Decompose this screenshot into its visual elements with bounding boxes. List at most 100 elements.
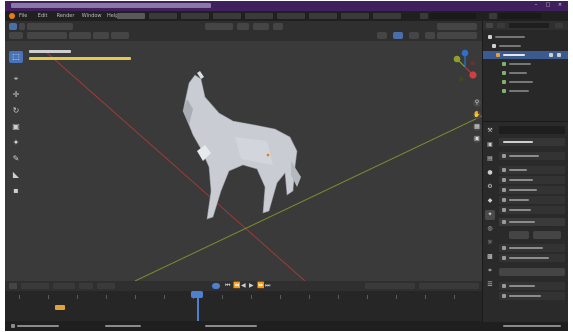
pivot-point-button[interactable] (237, 23, 249, 30)
transform-orientation-dropdown[interactable] (205, 23, 233, 30)
maximize-button[interactable]: □ (545, 3, 551, 8)
editor-type-button[interactable] (9, 23, 17, 30)
proportional-edit-button[interactable] (273, 23, 283, 30)
property-row-9[interactable] (499, 282, 565, 290)
transform-tool[interactable]: ✦ (9, 137, 23, 149)
outliner-item-child-2[interactable] (483, 69, 568, 77)
properties-search-input[interactable] (499, 126, 565, 134)
annotate-tool[interactable]: ✎ (9, 153, 23, 165)
workspace-tab-9[interactable] (373, 13, 401, 19)
select-box-tool[interactable]: ⬚ (9, 51, 23, 63)
data-properties-tab[interactable]: ☰ (485, 280, 495, 290)
object-menu[interactable] (111, 32, 129, 39)
outliner-editor-type-button[interactable] (486, 23, 493, 28)
scene-properties-tab[interactable]: ⚙ (485, 182, 495, 192)
object-mode-dropdown[interactable] (27, 32, 67, 39)
options-menu[interactable] (437, 23, 477, 30)
play-reverse-icon[interactable]: ◀ (241, 282, 248, 289)
jump-end-icon[interactable]: ⏭ (265, 282, 272, 290)
property-row-5[interactable] (499, 206, 565, 214)
object-mode-icon[interactable] (19, 23, 25, 30)
select-mode-buttons[interactable] (27, 23, 73, 30)
jump-start-icon[interactable]: ⏮ (225, 282, 232, 290)
timeline-editor-type-button[interactable] (9, 283, 17, 289)
frame-range-fields[interactable] (419, 283, 479, 289)
auto-keying-button[interactable] (212, 283, 220, 289)
add-menu[interactable] (93, 32, 109, 39)
constraints-tab[interactable]: ⌗ (485, 266, 495, 276)
view-menu-timeline[interactable] (79, 283, 93, 289)
minimize-button[interactable]: – (533, 3, 539, 8)
outliner-item-collection[interactable] (483, 42, 568, 50)
marker-menu[interactable] (97, 283, 115, 289)
view-layer-selector[interactable] (499, 13, 541, 19)
panel-button-2[interactable] (533, 231, 561, 239)
workspace-tab-1[interactable] (117, 13, 145, 19)
scene-selector[interactable] (430, 13, 476, 19)
cursor-tool[interactable]: ⌖ (9, 73, 23, 85)
snap-button[interactable] (253, 23, 269, 30)
outliner-item-horse[interactable] (483, 51, 568, 59)
overlay-toggle-button[interactable] (409, 32, 419, 39)
visibility-button[interactable] (377, 32, 387, 39)
property-row-1[interactable] (499, 166, 565, 174)
panel-button-1[interactable] (509, 231, 529, 239)
move-tool[interactable]: ✛ (9, 89, 23, 101)
scale-tool[interactable]: ▣ (9, 121, 23, 133)
menu-file[interactable]: File (19, 13, 27, 19)
workspace-tab-4[interactable] (213, 13, 241, 19)
shading-mode-buttons[interactable] (437, 32, 477, 39)
timeline-ruler[interactable] (5, 293, 482, 301)
modifier-properties-tab[interactable]: ◎ (485, 224, 495, 234)
rotate-tool[interactable]: ↻ (9, 105, 23, 117)
render-properties-tab[interactable]: ▣ (485, 140, 495, 150)
workspace-tab-7[interactable] (309, 13, 337, 19)
output-properties-tab[interactable]: ▤ (485, 154, 495, 164)
menu-window[interactable]: Window (82, 13, 102, 19)
property-row-2[interactable] (499, 176, 565, 184)
menu-edit[interactable]: Edit (38, 13, 48, 19)
prev-keyframe-icon[interactable]: ⏪ (233, 282, 240, 289)
measure-tool[interactable]: ◣ (9, 169, 23, 181)
property-row-4[interactable] (499, 196, 565, 204)
current-frame-field[interactable] (365, 283, 415, 289)
object-properties-tab[interactable]: ✦ (485, 210, 495, 220)
outliner-item-child-4[interactable] (483, 87, 568, 95)
play-icon[interactable]: ▶ (249, 282, 256, 289)
panel-wide-button[interactable] (499, 268, 565, 276)
next-keyframe-icon[interactable]: ⏩ (257, 282, 264, 289)
zoom-icon[interactable]: ⚲ (473, 99, 481, 107)
camera-view-icon[interactable]: ▦ (473, 123, 481, 131)
outliner-item-child-3[interactable] (483, 78, 568, 86)
3d-viewport[interactable]: ⬚ ⌖ ✛ ↻ ▣ ✦ ✎ ◣ ▪ ⚲ ✋ ▦ ▣ (5, 41, 482, 281)
display-mode-button[interactable] (497, 23, 505, 28)
view-menu[interactable] (9, 32, 23, 39)
playback-menu[interactable] (21, 283, 49, 289)
keying-menu[interactable] (53, 283, 75, 289)
ortho-toggle-icon[interactable]: ▣ (473, 135, 481, 143)
view-layer-icon[interactable] (489, 13, 497, 19)
outliner-search-input[interactable] (509, 23, 549, 28)
blender-logo-icon[interactable] (9, 13, 15, 19)
gizmo-toggle-button[interactable] (393, 32, 403, 39)
workspace-tab-5[interactable] (245, 13, 273, 19)
property-row-10[interactable] (499, 292, 565, 300)
property-row-6[interactable] (499, 218, 565, 226)
property-row-8[interactable] (499, 254, 565, 262)
view-layer-tab[interactable]: ● (485, 168, 495, 178)
filter-icon[interactable] (555, 23, 563, 28)
particles-tab[interactable]: ☼ (485, 238, 495, 248)
world-properties-tab[interactable]: ◆ (485, 196, 495, 206)
keyframe-marker[interactable] (55, 305, 65, 310)
scene-icon[interactable] (420, 13, 428, 19)
outliner-item-child-1[interactable] (483, 60, 568, 68)
menu-render[interactable]: Render (57, 13, 75, 19)
add-cube-tool[interactable]: ▪ (9, 185, 23, 197)
tool-properties-tab[interactable]: ⚒ (485, 126, 495, 136)
workspace-tab-3[interactable] (181, 13, 209, 19)
navigation-gizmo[interactable] (451, 49, 479, 89)
outliner-item-scene-collection[interactable] (483, 33, 568, 41)
physics-tab[interactable]: ▩ (485, 252, 495, 262)
property-row-3[interactable] (499, 186, 565, 194)
pan-hand-icon[interactable]: ✋ (473, 111, 481, 119)
